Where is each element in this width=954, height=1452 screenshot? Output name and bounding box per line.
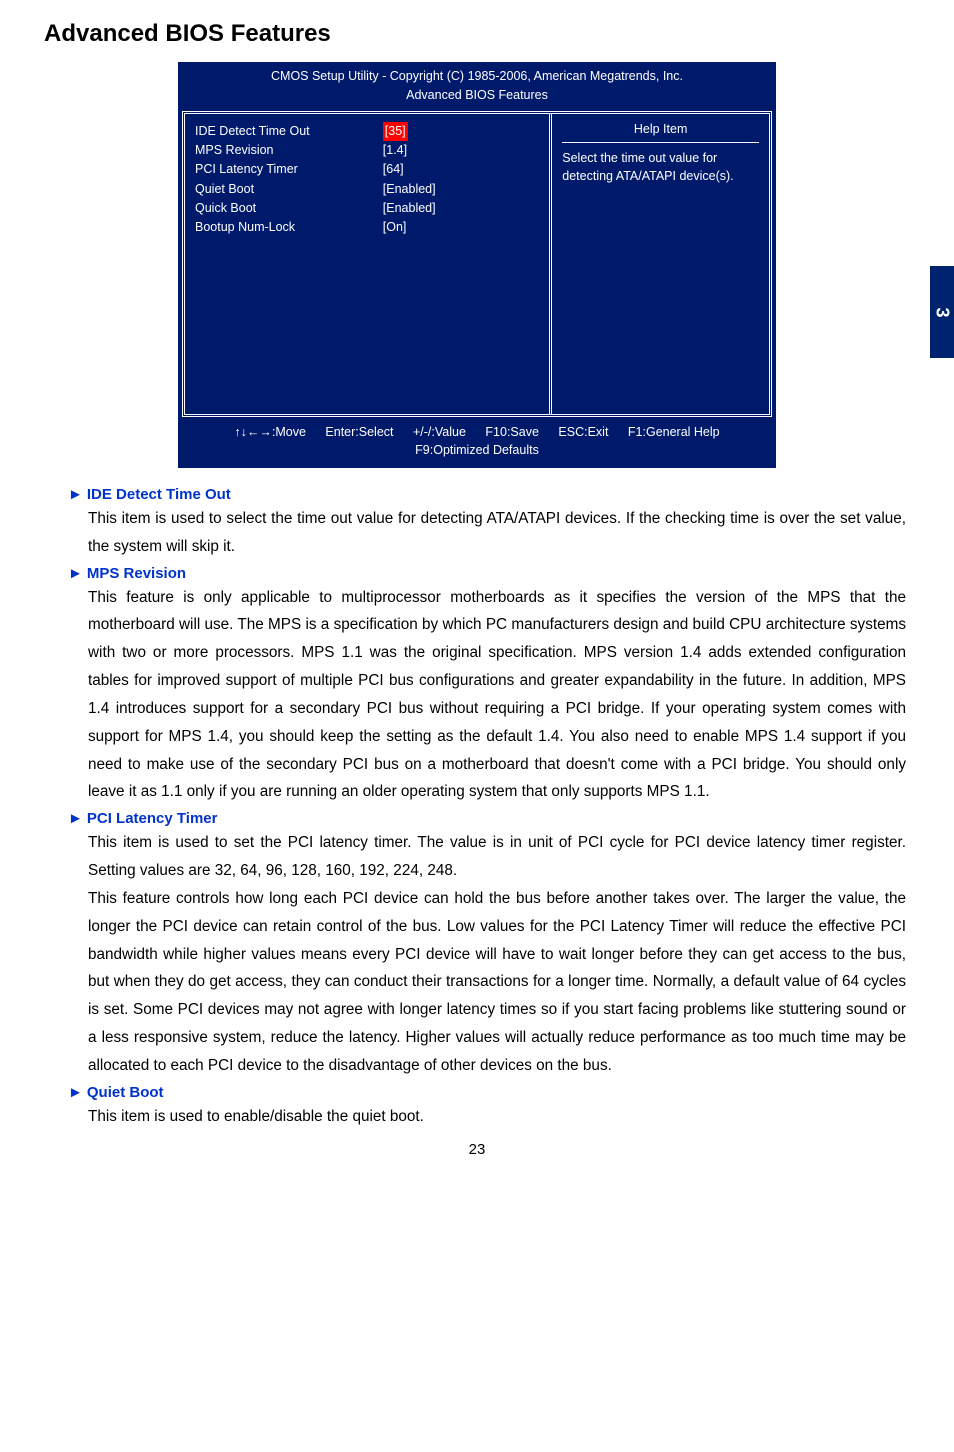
body-quiet-boot: This item is used to enable/disable the … [88,1103,906,1131]
heading-quiet-boot: ►Quiet Boot [68,1084,910,1101]
bios-row-quick-boot[interactable]: Quick Boot [Enabled] [195,199,539,218]
hint-move: ↑↓←→:Move [234,425,306,439]
body-mps-revision: This feature is only applicable to multi… [88,584,906,807]
bios-header: CMOS Setup Utility - Copyright (C) 1985-… [178,62,776,111]
bios-label: Bootup Num-Lock [195,218,383,237]
bios-footer: ↑↓←→:Move Enter:Select +/-/:Value F10:Sa… [178,417,776,469]
document-content: ►IDE Detect Time Out This item is used t… [44,486,910,1131]
chapter-tab: 3 [930,266,954,358]
page-title: Advanced BIOS Features [44,20,910,48]
heading-ide-detect: ►IDE Detect Time Out [68,486,910,503]
hint-save: F10:Save [485,425,539,439]
bios-help-title: Help Item [562,122,759,143]
heading-mps-revision: ►MPS Revision [68,565,910,582]
hint-defaults: F9:Optimized Defaults [188,441,766,460]
bios-row-quiet-boot[interactable]: Quiet Boot [Enabled] [195,180,539,199]
bios-row-bootup-numlock[interactable]: Bootup Num-Lock [On] [195,218,539,237]
bios-value: [1.4] [383,141,539,160]
bios-help-body: Select the time out value for detecting … [562,149,759,185]
body-ide-detect: This item is used to select the time out… [88,505,906,561]
arrow-icon: ► [68,486,83,503]
hint-value: +/-/:Value [413,425,466,439]
bios-label: MPS Revision [195,141,383,160]
hint-general: F1:General Help [628,425,720,439]
bios-value: [35] [383,122,408,141]
bios-label: Quiet Boot [195,180,383,199]
bios-row-ide-detect[interactable]: IDE Detect Time Out [35] [195,122,539,141]
bios-value: [Enabled] [383,199,539,218]
heading-pci-latency: ►PCI Latency Timer [68,810,910,827]
arrow-icon: ► [68,565,83,582]
arrow-icon: ► [68,810,83,827]
bios-row-mps-revision[interactable]: MPS Revision [1.4] [195,141,539,160]
hint-exit: ESC:Exit [558,425,608,439]
bios-window: CMOS Setup Utility - Copyright (C) 1985-… [178,62,776,468]
arrow-icon: ► [68,1084,83,1101]
page-number: 23 [44,1141,910,1158]
bios-value: [Enabled] [383,180,539,199]
bios-header-line2: Advanced BIOS Features [186,86,768,105]
bios-settings-panel: IDE Detect Time Out [35] MPS Revision [1… [185,114,552,414]
bios-label: Quick Boot [195,199,383,218]
bios-header-line1: CMOS Setup Utility - Copyright (C) 1985-… [186,67,768,86]
body-pci-latency: This item is used to set the PCI latency… [88,829,906,1079]
bios-value: [On] [383,218,539,237]
bios-value: [64] [383,160,539,179]
bios-row-pci-latency[interactable]: PCI Latency Timer [64] [195,160,539,179]
bios-label: PCI Latency Timer [195,160,383,179]
bios-help-panel: Help Item Select the time out value for … [552,114,769,414]
bios-label: IDE Detect Time Out [195,122,383,141]
hint-enter: Enter:Select [325,425,393,439]
